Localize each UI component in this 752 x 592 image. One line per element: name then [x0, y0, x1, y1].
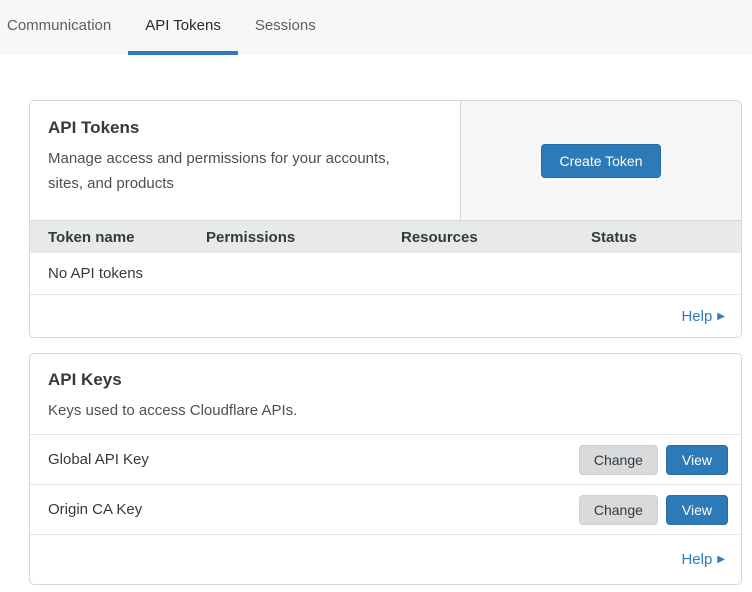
- api-tokens-help-link[interactable]: Help ▶: [681, 308, 725, 325]
- token-table-empty-row: No API tokens: [30, 253, 741, 295]
- api-tokens-description: Manage access and permissions for your a…: [48, 147, 420, 197]
- create-token-button[interactable]: Create Token: [541, 144, 660, 178]
- tab-communication[interactable]: Communication: [0, 0, 128, 55]
- help-arrow-icon: ▶: [717, 311, 725, 322]
- api-tokens-title: API Tokens: [48, 118, 442, 138]
- key-row-global-api-key: Global API Key Change View: [30, 434, 741, 484]
- view-global-api-key-button[interactable]: View: [666, 445, 728, 475]
- key-name-label: Global API Key: [48, 451, 149, 468]
- tab-sessions[interactable]: Sessions: [238, 0, 333, 55]
- key-row-actions: Change View: [579, 495, 728, 525]
- api-tokens-card-header-text: API Tokens Manage access and permissions…: [30, 101, 460, 220]
- empty-tokens-message: No API tokens: [48, 265, 143, 282]
- column-header-status: Status: [591, 229, 723, 246]
- api-tokens-card-action-panel: Create Token: [460, 101, 741, 220]
- help-arrow-icon: ▶: [717, 554, 725, 565]
- api-tokens-card-header: API Tokens Manage access and permissions…: [30, 101, 741, 220]
- api-keys-help-link[interactable]: Help ▶: [681, 551, 725, 568]
- api-keys-title: API Keys: [48, 370, 723, 390]
- column-header-resources: Resources: [401, 229, 591, 246]
- key-row-origin-ca-key: Origin CA Key Change View: [30, 484, 741, 534]
- change-global-api-key-button[interactable]: Change: [579, 445, 658, 475]
- column-header-permissions: Permissions: [206, 229, 401, 246]
- tab-bar: Communication API Tokens Sessions: [0, 0, 752, 55]
- tab-api-tokens[interactable]: API Tokens: [128, 0, 238, 55]
- api-tokens-card: API Tokens Manage access and permissions…: [29, 100, 742, 338]
- help-link-label: Help: [681, 551, 712, 568]
- main-content: API Tokens Manage access and permissions…: [29, 100, 742, 585]
- view-origin-ca-key-button[interactable]: View: [666, 495, 728, 525]
- api-keys-card-header: API Keys Keys used to access Cloudflare …: [30, 354, 741, 434]
- help-link-label: Help: [681, 308, 712, 325]
- key-row-actions: Change View: [579, 445, 728, 475]
- column-header-token-name: Token name: [48, 229, 206, 246]
- token-table-header-row: Token name Permissions Resources Status: [30, 220, 741, 253]
- change-origin-ca-key-button[interactable]: Change: [579, 495, 658, 525]
- api-keys-help-row: Help ▶: [30, 534, 741, 584]
- api-keys-description: Keys used to access Cloudflare APIs.: [48, 399, 420, 424]
- api-keys-card: API Keys Keys used to access Cloudflare …: [29, 353, 742, 585]
- key-name-label: Origin CA Key: [48, 501, 142, 518]
- api-tokens-help-row: Help ▶: [30, 295, 741, 337]
